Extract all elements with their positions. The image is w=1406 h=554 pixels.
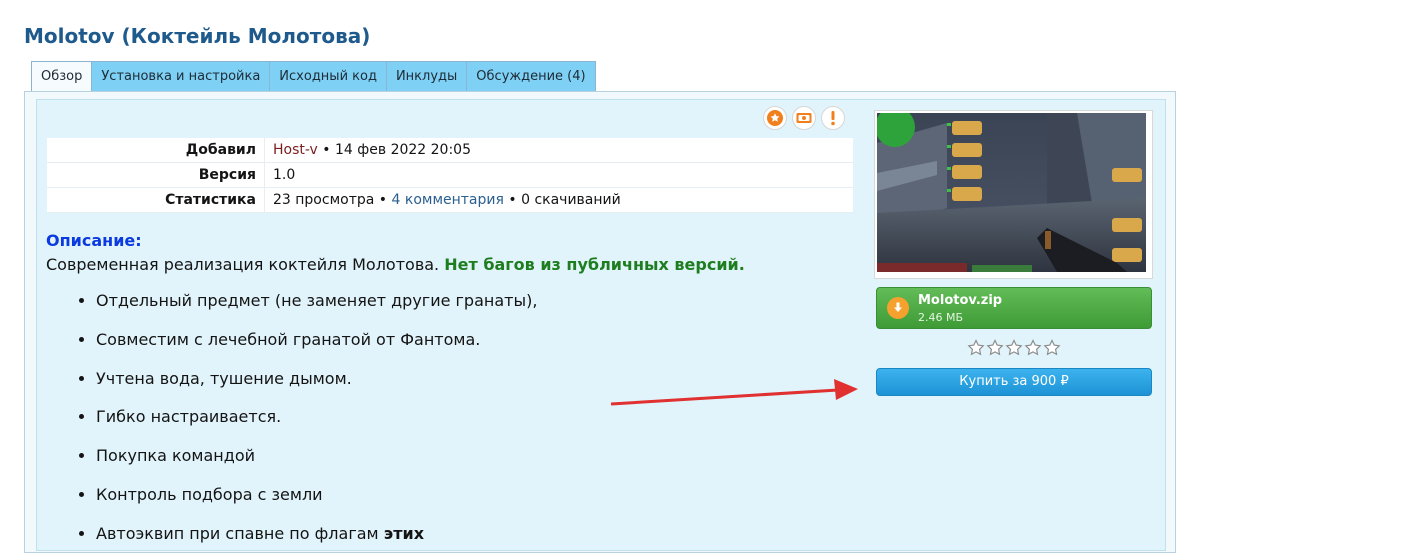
game-screenshot-image [875, 111, 1146, 272]
download-size: 2.46 МБ [918, 311, 964, 324]
report-button[interactable] [821, 106, 845, 130]
list-item: Учтена вода, тушение дымом. [96, 360, 537, 399]
comments-link[interactable]: 4 комментария [392, 192, 504, 208]
stats-value: 23 просмотра • 4 комментария • 0 скачива… [264, 187, 853, 213]
download-filename: Molotov.zip [918, 293, 1003, 308]
info-row-stats: Статистика 23 просмотра • 4 комментария … [47, 187, 853, 213]
download-arrow-icon [887, 297, 909, 319]
screenshot-thumbnail[interactable] [874, 110, 1153, 279]
list-item: Гибко настраивается. [96, 398, 537, 437]
author-link[interactable]: Host-v [273, 142, 318, 158]
version-value: 1.0 [264, 162, 853, 188]
list-item: Покупка командой [96, 437, 537, 476]
description-intro: Современная реализация коктейля Молотова… [46, 255, 440, 274]
added-date: 14 фев 2022 20:05 [335, 142, 471, 158]
exclamation-icon [831, 111, 835, 126]
info-row-version: Версия 1.0 [47, 162, 853, 188]
tab-overview[interactable]: Обзор [31, 61, 92, 93]
plugin-info-table: Добавил Host-v • 14 фев 2022 20:05 Верси… [47, 138, 853, 213]
list-item: Контроль подбора с земли [96, 476, 537, 515]
star-icon [767, 110, 783, 126]
page-title: Molotov (Коктейль Молотова) [24, 24, 371, 48]
tab-includes[interactable]: Инклуды [385, 61, 467, 92]
rating-star-icon[interactable] [1043, 339, 1061, 357]
rating-star-icon[interactable] [967, 339, 985, 357]
separator: • [322, 142, 331, 158]
money-icon [796, 113, 812, 123]
partial-feature-text: Автоэквип при спавне по флагам [96, 523, 379, 543]
feature-list: Отдельный предмет (не заменяет другие гр… [52, 282, 537, 554]
separator: • [378, 192, 388, 208]
version-label: Версия [47, 162, 265, 188]
description-heading: Описание: [46, 231, 142, 250]
tab-source-code[interactable]: Исходный код [269, 61, 386, 92]
donate-button[interactable] [792, 106, 816, 130]
buy-button[interactable]: Купить за 900 ₽ [876, 368, 1152, 396]
rating-stars [967, 339, 1061, 357]
tab-installation[interactable]: Установка и настройка [91, 61, 270, 92]
views-count: 23 просмотра [273, 192, 375, 208]
rating-star-icon[interactable] [1024, 339, 1042, 357]
added-label: Добавил [47, 138, 265, 163]
stats-label: Статистика [47, 187, 265, 213]
list-item: Совместим с лечебной гранатой от Фантома… [96, 321, 537, 360]
downloads-count: 0 скачиваний [521, 192, 621, 208]
action-buttons [763, 106, 845, 130]
separator: • [508, 192, 517, 208]
info-row-added: Добавил Host-v • 14 фев 2022 20:05 [47, 138, 853, 163]
rating-star-icon[interactable] [1005, 339, 1023, 357]
description-text: Современная реализация коктейля Молотова… [46, 255, 745, 274]
rating-star-icon[interactable] [986, 339, 1004, 357]
download-button[interactable]: Molotov.zip 2.46 МБ [876, 287, 1152, 329]
added-value: Host-v • 14 фев 2022 20:05 [264, 138, 853, 163]
tab-discussion[interactable]: Обсуждение (4) [466, 61, 596, 92]
partial-feature-bold: этих [383, 523, 425, 543]
favorite-button[interactable] [763, 106, 787, 130]
list-item: Отдельный предмет (не заменяет другие гр… [96, 282, 537, 321]
description-highlight: Нет багов из публичных версий. [444, 255, 745, 274]
tab-bar: Обзор Установка и настройка Исходный код… [31, 61, 596, 93]
list-item: Автоэквип при спавне по флагам этих [96, 515, 537, 554]
